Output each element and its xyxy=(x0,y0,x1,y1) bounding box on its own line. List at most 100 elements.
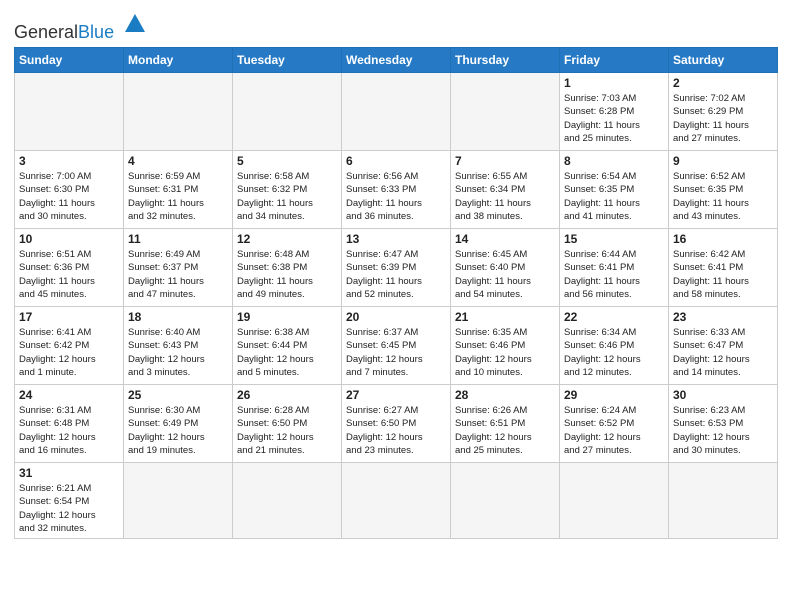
day-info: Sunrise: 6:31 AM Sunset: 6:48 PM Dayligh… xyxy=(19,404,119,457)
logo-general: General xyxy=(14,22,78,42)
day-cell: 24 Sunrise: 6:31 AM Sunset: 6:48 PM Dayli… xyxy=(15,385,124,463)
day-info: Sunrise: 6:54 AM Sunset: 6:35 PM Dayligh… xyxy=(564,170,664,223)
weekday-header-friday: Friday xyxy=(560,48,669,73)
day-number: 20 xyxy=(346,310,446,324)
week-row-1: 1 Sunrise: 7:03 AM Sunset: 6:28 PM Daylig… xyxy=(15,73,778,151)
day-cell: 18Sunrise: 6:40 AM Sunset: 6:43 PM Dayli… xyxy=(124,307,233,385)
day-number: 26 xyxy=(237,388,337,402)
day-number: 19 xyxy=(237,310,337,324)
day-info: Sunrise: 6:51 AM Sunset: 6:36 PM Dayligh… xyxy=(19,248,119,301)
day-cell: 23Sunrise: 6:33 AM Sunset: 6:47 PM Dayli… xyxy=(669,307,778,385)
day-number: 28 xyxy=(455,388,555,402)
day-cell: 29 Sunrise: 6:24 AM Sunset: 6:52 PM Dayli… xyxy=(560,385,669,463)
day-cell xyxy=(342,73,451,151)
day-info: Sunrise: 6:24 AM Sunset: 6:52 PM Dayligh… xyxy=(564,404,664,457)
day-info: Sunrise: 6:27 AM Sunset: 6:50 PM Dayligh… xyxy=(346,404,446,457)
day-cell xyxy=(124,463,233,539)
day-info: Sunrise: 6:26 AM Sunset: 6:51 PM Dayligh… xyxy=(455,404,555,457)
day-info: Sunrise: 6:30 AM Sunset: 6:49 PM Dayligh… xyxy=(128,404,228,457)
day-info: Sunrise: 6:35 AM Sunset: 6:46 PM Dayligh… xyxy=(455,326,555,379)
page: GeneralBlue SundayMondayTuesdayWednesday… xyxy=(0,0,792,549)
day-cell xyxy=(342,463,451,539)
weekday-header-tuesday: Tuesday xyxy=(233,48,342,73)
day-info: Sunrise: 6:48 AM Sunset: 6:38 PM Dayligh… xyxy=(237,248,337,301)
day-cell: 21 Sunrise: 6:35 AM Sunset: 6:46 PM Dayli… xyxy=(451,307,560,385)
day-cell: 28 Sunrise: 6:26 AM Sunset: 6:51 PM Dayli… xyxy=(451,385,560,463)
weekday-header-sunday: Sunday xyxy=(15,48,124,73)
day-cell: 6Sunrise: 6:56 AM Sunset: 6:33 PM Daylig… xyxy=(342,151,451,229)
day-cell: 2Sunrise: 7:02 AM Sunset: 6:29 PM Daylig… xyxy=(669,73,778,151)
day-cell xyxy=(15,73,124,151)
day-info: Sunrise: 7:03 AM Sunset: 6:28 PM Dayligh… xyxy=(564,92,664,145)
weekday-header-wednesday: Wednesday xyxy=(342,48,451,73)
day-cell: 16 Sunrise: 6:42 AM Sunset: 6:41 PM Dayli… xyxy=(669,229,778,307)
day-number: 17 xyxy=(19,310,119,324)
day-number: 1 xyxy=(564,76,664,90)
day-info: Sunrise: 6:37 AM Sunset: 6:45 PM Dayligh… xyxy=(346,326,446,379)
day-number: 10 xyxy=(19,232,119,246)
day-info: Sunrise: 6:40 AM Sunset: 6:43 PM Dayligh… xyxy=(128,326,228,379)
day-info: Sunrise: 6:38 AM Sunset: 6:44 PM Dayligh… xyxy=(237,326,337,379)
day-cell: 15 Sunrise: 6:44 AM Sunset: 6:41 PM Dayli… xyxy=(560,229,669,307)
day-cell: 27Sunrise: 6:27 AM Sunset: 6:50 PM Dayli… xyxy=(342,385,451,463)
day-number: 9 xyxy=(673,154,773,168)
day-cell: 11 Sunrise: 6:49 AM Sunset: 6:37 PM Dayli… xyxy=(124,229,233,307)
day-cell xyxy=(451,463,560,539)
day-info: Sunrise: 7:00 AM Sunset: 6:30 PM Dayligh… xyxy=(19,170,119,223)
day-info: Sunrise: 6:21 AM Sunset: 6:54 PM Dayligh… xyxy=(19,482,119,535)
day-number: 8 xyxy=(564,154,664,168)
day-cell xyxy=(124,73,233,151)
day-cell xyxy=(669,463,778,539)
logo-text: GeneralBlue xyxy=(14,22,119,42)
day-cell: 31 Sunrise: 6:21 AM Sunset: 6:54 PM Dayli… xyxy=(15,463,124,539)
day-cell: 19 Sunrise: 6:38 AM Sunset: 6:44 PM Dayli… xyxy=(233,307,342,385)
day-number: 31 xyxy=(19,466,119,480)
day-number: 11 xyxy=(128,232,228,246)
day-number: 14 xyxy=(455,232,555,246)
day-cell: 13 Sunrise: 6:47 AM Sunset: 6:39 PM Dayli… xyxy=(342,229,451,307)
day-info: Sunrise: 6:41 AM Sunset: 6:42 PM Dayligh… xyxy=(19,326,119,379)
logo-blue: Blue xyxy=(78,22,114,42)
day-cell: 14Sunrise: 6:45 AM Sunset: 6:40 PM Dayli… xyxy=(451,229,560,307)
day-info: Sunrise: 6:52 AM Sunset: 6:35 PM Dayligh… xyxy=(673,170,773,223)
day-info: Sunrise: 6:55 AM Sunset: 6:34 PM Dayligh… xyxy=(455,170,555,223)
day-cell: 17 Sunrise: 6:41 AM Sunset: 6:42 PM Dayli… xyxy=(15,307,124,385)
day-info: Sunrise: 6:47 AM Sunset: 6:39 PM Dayligh… xyxy=(346,248,446,301)
day-cell xyxy=(451,73,560,151)
day-number: 24 xyxy=(19,388,119,402)
day-info: Sunrise: 6:44 AM Sunset: 6:41 PM Dayligh… xyxy=(564,248,664,301)
day-cell: 25Sunrise: 6:30 AM Sunset: 6:49 PM Dayli… xyxy=(124,385,233,463)
day-number: 30 xyxy=(673,388,773,402)
day-info: Sunrise: 6:42 AM Sunset: 6:41 PM Dayligh… xyxy=(673,248,773,301)
day-info: Sunrise: 6:28 AM Sunset: 6:50 PM Dayligh… xyxy=(237,404,337,457)
day-cell: 8 Sunrise: 6:54 AM Sunset: 6:35 PM Daylig… xyxy=(560,151,669,229)
day-number: 4 xyxy=(128,154,228,168)
day-cell xyxy=(233,73,342,151)
day-info: Sunrise: 6:58 AM Sunset: 6:32 PM Dayligh… xyxy=(237,170,337,223)
day-cell xyxy=(233,463,342,539)
day-number: 2 xyxy=(673,76,773,90)
day-number: 13 xyxy=(346,232,446,246)
weekday-header-row: SundayMondayTuesdayWednesdayThursdayFrid… xyxy=(15,48,778,73)
day-cell: 5Sunrise: 6:58 AM Sunset: 6:32 PM Daylig… xyxy=(233,151,342,229)
day-info: Sunrise: 6:33 AM Sunset: 6:47 PM Dayligh… xyxy=(673,326,773,379)
weekday-header-thursday: Thursday xyxy=(451,48,560,73)
week-row-3: 10 Sunrise: 6:51 AM Sunset: 6:36 PM Dayli… xyxy=(15,229,778,307)
day-cell: 4Sunrise: 6:59 AM Sunset: 6:31 PM Daylig… xyxy=(124,151,233,229)
day-cell xyxy=(560,463,669,539)
day-number: 22 xyxy=(564,310,664,324)
day-info: Sunrise: 6:34 AM Sunset: 6:46 PM Dayligh… xyxy=(564,326,664,379)
day-number: 29 xyxy=(564,388,664,402)
day-number: 21 xyxy=(455,310,555,324)
day-number: 16 xyxy=(673,232,773,246)
week-row-2: 3Sunrise: 7:00 AM Sunset: 6:30 PM Daylig… xyxy=(15,151,778,229)
day-cell: 22 Sunrise: 6:34 AM Sunset: 6:46 PM Dayli… xyxy=(560,307,669,385)
day-number: 7 xyxy=(455,154,555,168)
day-cell: 10 Sunrise: 6:51 AM Sunset: 6:36 PM Dayli… xyxy=(15,229,124,307)
logo: GeneralBlue xyxy=(14,10,149,43)
weekday-header-saturday: Saturday xyxy=(669,48,778,73)
day-cell: 30Sunrise: 6:23 AM Sunset: 6:53 PM Dayli… xyxy=(669,385,778,463)
day-info: Sunrise: 6:49 AM Sunset: 6:37 PM Dayligh… xyxy=(128,248,228,301)
day-number: 15 xyxy=(564,232,664,246)
week-row-5: 24 Sunrise: 6:31 AM Sunset: 6:48 PM Dayli… xyxy=(15,385,778,463)
